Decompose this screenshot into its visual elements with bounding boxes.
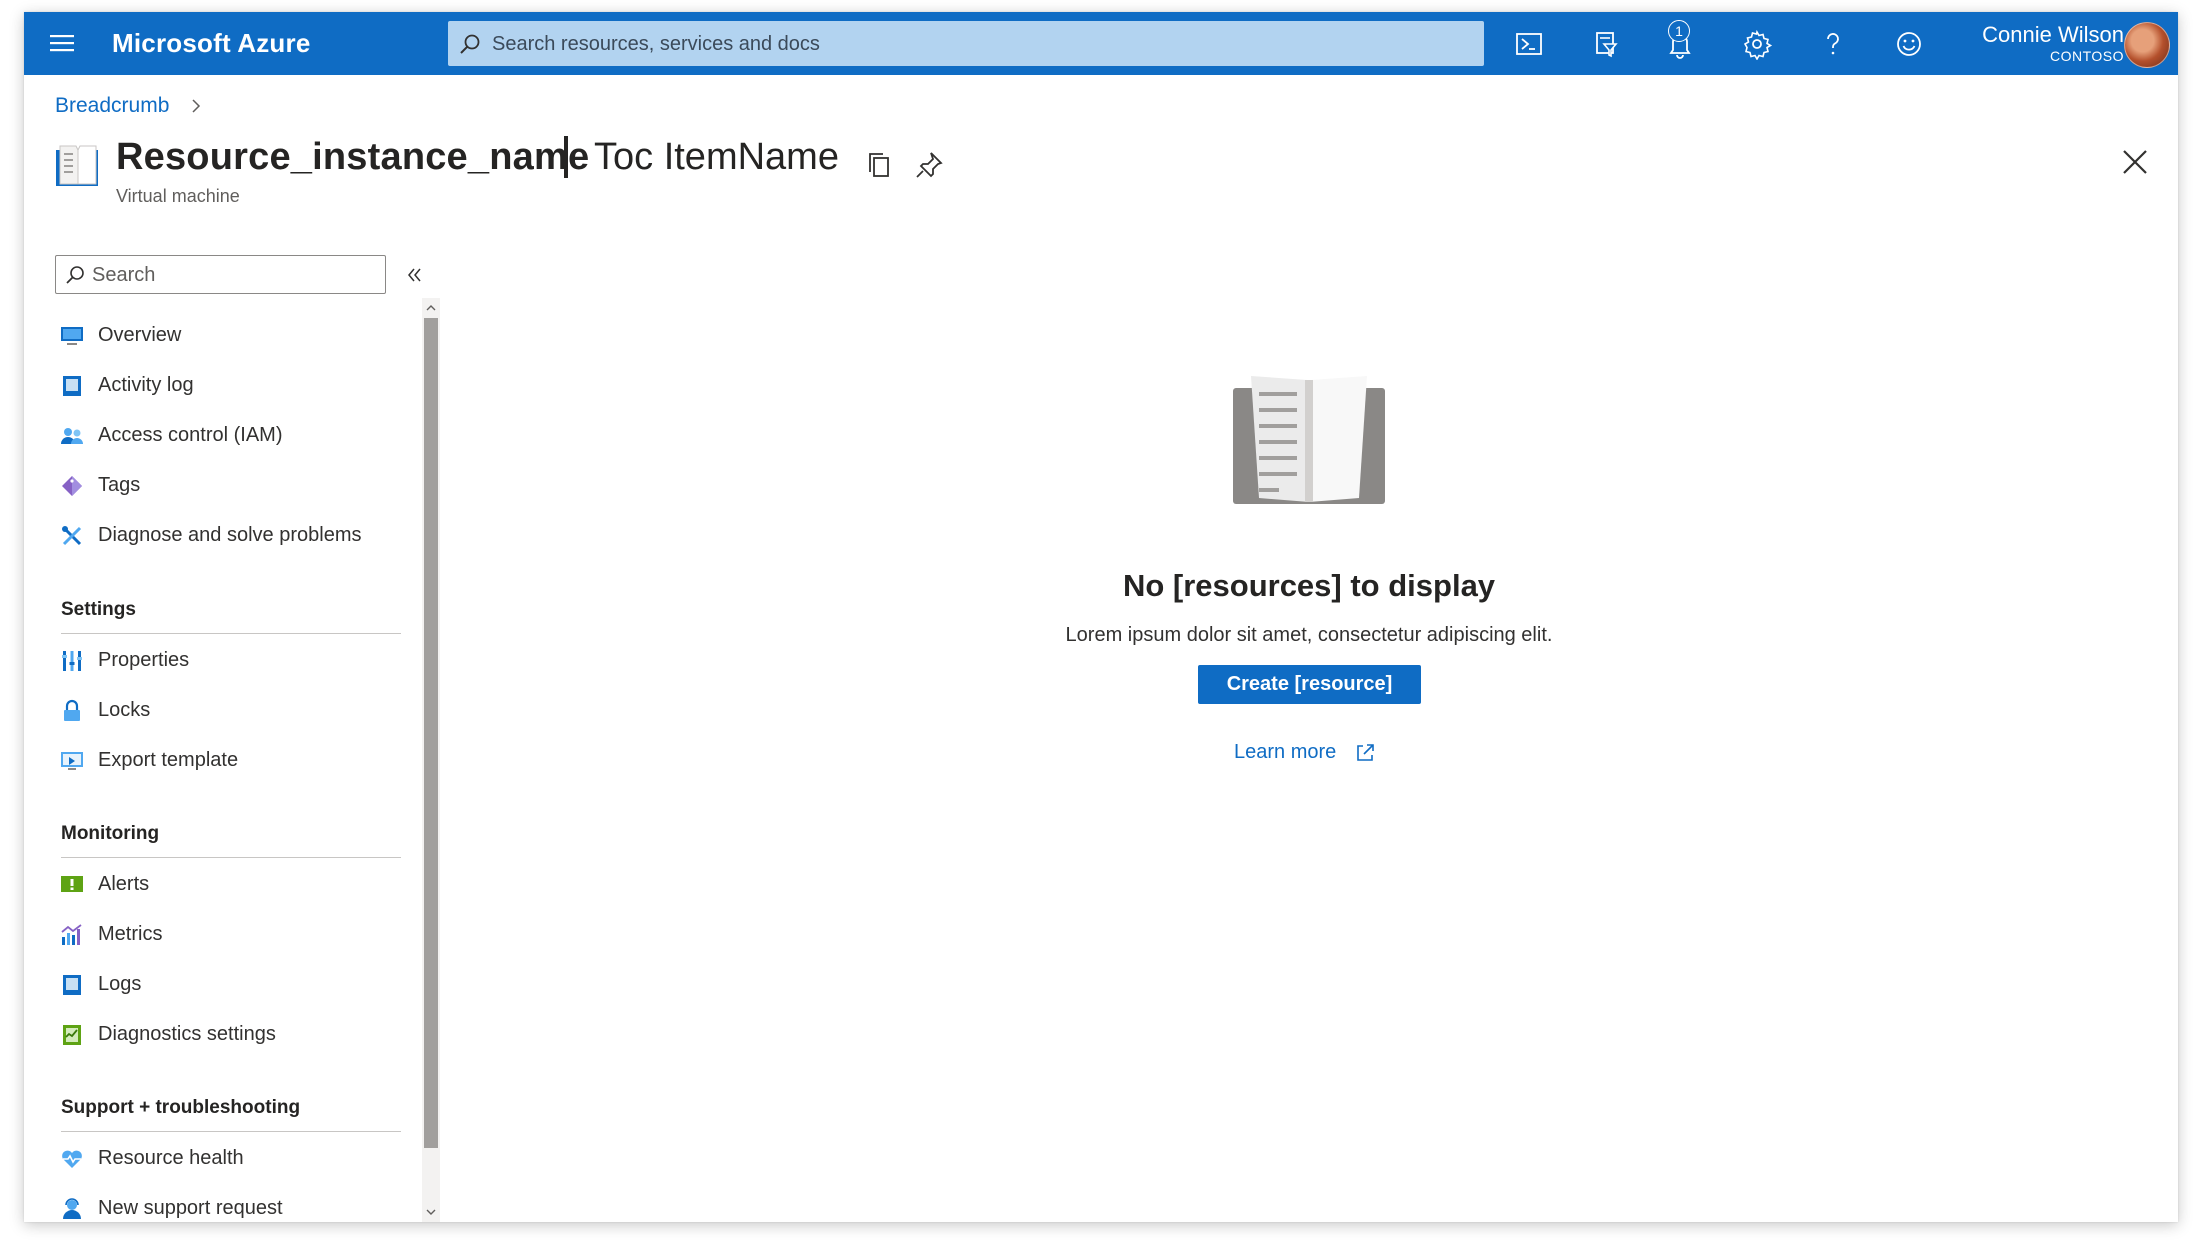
feedback-icon[interactable]	[1893, 28, 1925, 60]
title-divider	[564, 136, 568, 178]
nav-search-input[interactable]	[90, 256, 384, 295]
nav-item-activity-log[interactable]: Activity log	[60, 366, 410, 406]
nav-section-monitoring: Monitoring	[61, 823, 160, 844]
nav-item-label: Activity log	[98, 374, 194, 396]
logs-icon	[60, 973, 84, 997]
nav-item-resource-health[interactable]: Resource health	[60, 1139, 410, 1179]
section-divider	[61, 633, 401, 634]
nav-item-metrics[interactable]: Metrics	[60, 915, 410, 955]
nav-item-label: New support request	[98, 1197, 283, 1219]
scroll-up-icon[interactable]	[424, 300, 438, 316]
nav-item-support-request[interactable]: New support request	[60, 1189, 410, 1222]
user-org: CONTOSO	[2049, 48, 2124, 64]
nav-section-support: Support + troubleshooting	[61, 1097, 301, 1118]
global-search[interactable]	[448, 21, 1484, 68]
user-account[interactable]: Connie Wilson CONTOSO	[1954, 22, 2134, 64]
close-icon[interactable]	[2119, 146, 2151, 178]
nav-item-properties[interactable]: Properties	[60, 641, 410, 681]
nav-item-label: Alerts	[98, 873, 150, 895]
external-link-icon[interactable]	[1354, 742, 1376, 764]
section-divider	[61, 857, 401, 858]
nav-item-label: Overview	[98, 324, 182, 346]
alerts-icon	[60, 873, 84, 897]
properties-icon	[60, 649, 84, 673]
nav-scrollbar-thumb[interactable]	[424, 318, 438, 1148]
breadcrumb[interactable]: Breadcrumb	[55, 94, 169, 118]
brand-name[interactable]: Microsoft Azure	[112, 28, 311, 59]
menu-icon[interactable]	[48, 29, 76, 57]
cloud-shell-icon[interactable]	[1513, 28, 1545, 60]
nav-search[interactable]	[55, 255, 386, 295]
access-control-icon	[60, 424, 84, 448]
nav-item-locks[interactable]: Locks	[60, 691, 410, 731]
avatar[interactable]	[2124, 22, 2170, 68]
nav-item-label: Logs	[98, 973, 142, 995]
nav-item-logs[interactable]: Logs	[60, 965, 410, 1005]
azure-portal-window: Microsoft Azure 1 Connie Wilson CO	[24, 12, 2178, 1222]
nav-item-diagnose[interactable]: Diagnose and solve problems	[60, 516, 410, 556]
nav-item-export-template[interactable]: Export template	[60, 741, 410, 781]
nav-item-label: Tags	[98, 474, 141, 496]
nav-item-label: Diagnostics settings	[98, 1023, 276, 1045]
collapse-nav-icon[interactable]	[404, 264, 426, 286]
learn-more-link[interactable]: Learn more	[1234, 741, 1336, 764]
toc-item-name: Toc ItemName	[594, 136, 839, 178]
page-title: Resource_instance_name	[116, 136, 590, 178]
metrics-icon	[60, 923, 84, 947]
overview-icon	[60, 324, 84, 348]
directory-filter-icon[interactable]	[1590, 28, 1622, 60]
create-resource-button[interactable]: Create [resource]	[1198, 665, 1421, 704]
nav-section-settings: Settings	[61, 599, 136, 620]
nav-item-label: Locks	[98, 699, 151, 721]
help-icon[interactable]	[1817, 28, 1849, 60]
export-template-icon	[60, 749, 84, 773]
notification-count-badge: 1	[1668, 20, 1690, 42]
search-icon	[64, 264, 86, 286]
nav-item-label: Resource health	[98, 1147, 244, 1169]
nav-item-access-control[interactable]: Access control (IAM)	[60, 416, 410, 456]
nav-item-label: Access control (IAM)	[98, 424, 283, 446]
chevron-right-icon	[188, 96, 204, 116]
empty-book-icon	[1229, 364, 1389, 514]
support-request-icon	[60, 1197, 84, 1221]
search-icon	[458, 32, 482, 56]
nav-item-alerts[interactable]: Alerts	[60, 865, 410, 905]
resource-type: Virtual machine	[116, 186, 240, 206]
settings-icon[interactable]	[1741, 28, 1773, 61]
copy-icon[interactable]	[862, 148, 896, 182]
global-search-input[interactable]	[490, 21, 1474, 68]
empty-state-title: No [resources] to display	[1122, 568, 1496, 603]
resource-book-icon	[54, 144, 100, 188]
diagnostics-settings-icon	[60, 1023, 84, 1047]
scroll-down-icon[interactable]	[424, 1204, 438, 1220]
nav-item-diagnostics-settings[interactable]: Diagnostics settings	[60, 1015, 410, 1055]
nav-item-tags[interactable]: Tags	[60, 466, 410, 506]
activity-log-icon	[60, 374, 84, 398]
pin-icon[interactable]	[912, 148, 946, 182]
top-bar: Microsoft Azure 1 Connie Wilson CO	[24, 12, 2178, 75]
nav-item-label: Metrics	[98, 923, 163, 945]
tag-icon	[60, 474, 84, 498]
nav-item-label: Export template	[98, 749, 239, 771]
nav-item-label: Properties	[98, 649, 190, 671]
diagnose-icon	[60, 524, 84, 548]
nav-item-label: Diagnose and solve problems	[98, 524, 362, 546]
lock-icon	[60, 699, 84, 723]
user-name: Connie Wilson	[1982, 22, 2124, 47]
resource-health-icon	[60, 1147, 84, 1171]
section-divider	[61, 1131, 401, 1132]
empty-state-description: Lorem ipsum dolor sit amet, consectetur …	[1065, 624, 1553, 646]
nav-item-overview[interactable]: Overview	[60, 316, 410, 356]
